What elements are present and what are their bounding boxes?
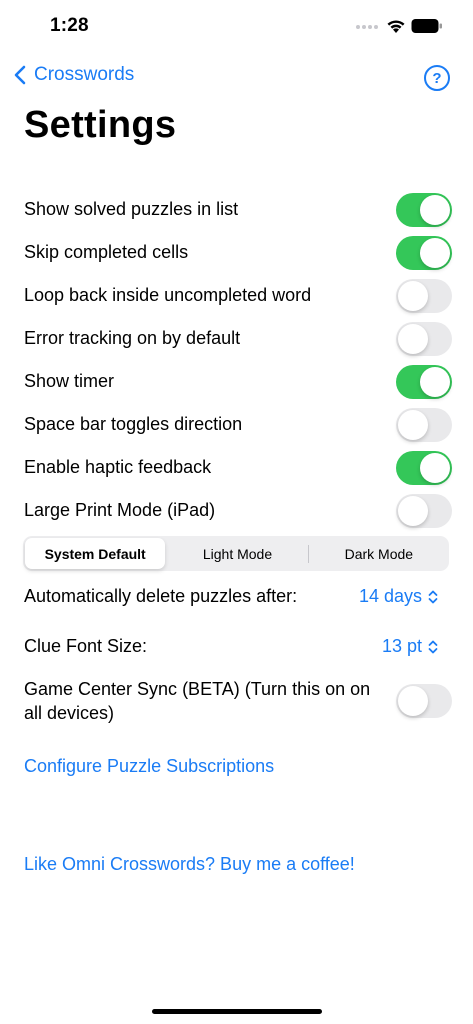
setting-row: Show solved puzzles in list (24, 188, 452, 231)
setting-toggle[interactable] (396, 493, 452, 528)
auto-delete-value: 14 days (358, 586, 422, 606)
toggle-knob (398, 495, 428, 526)
toggle-knob (398, 686, 428, 716)
setting-toggle[interactable] (396, 364, 452, 399)
configure-subscriptions-link[interactable]: Configure Puzzle Subscriptions (24, 756, 274, 777)
setting-row: Enable haptic feedback (24, 446, 452, 489)
clue-font-picker[interactable]: 13 pt (382, 636, 438, 657)
setting-toggle[interactable] (396, 407, 452, 442)
setting-label: Show timer (24, 371, 115, 391)
toggle-knob (420, 366, 450, 397)
setting-label: Show solved puzzles in list (24, 199, 239, 219)
back-label: Crosswords (34, 64, 135, 85)
setting-label: Error tracking on by default (24, 328, 241, 348)
chevron-up-down-icon (428, 640, 438, 653)
setting-label: Skip completed cells (24, 242, 189, 262)
setting-label: Large Print Mode (iPad) (24, 500, 216, 520)
setting-row: Error tracking on by default (24, 317, 452, 360)
game-center-label-line2: all devices) (24, 703, 115, 723)
auto-delete-row: Automatically delete puzzles after: 14 d… (24, 575, 452, 618)
chevron-left-icon (14, 65, 26, 85)
segment-system-default[interactable]: System Default (25, 538, 166, 569)
setting-toggle[interactable] (396, 450, 452, 485)
page-title: Settings (24, 104, 177, 146)
chevron-up-down-icon (428, 590, 438, 603)
setting-row: Space bar toggles direction (24, 403, 452, 446)
toggle-knob (420, 194, 450, 225)
setting-row: Show timer (24, 360, 452, 403)
setting-row: Skip completed cells (24, 231, 452, 274)
auto-delete-picker[interactable]: 14 days (359, 586, 438, 607)
home-indicator (152, 1009, 322, 1014)
toggle-knob (398, 323, 428, 354)
setting-label: Space bar toggles direction (24, 414, 243, 434)
clue-font-label: Clue Font Size: (24, 636, 148, 656)
clue-font-row: Clue Font Size: 13 pt (24, 625, 452, 668)
status-time: 1:28 (50, 15, 89, 36)
clue-font-value: 13 pt (381, 636, 422, 656)
segment-dark-mode[interactable]: Dark Mode (309, 538, 449, 569)
segment-light-mode[interactable]: Light Mode (167, 538, 307, 569)
setting-row: Large Print Mode (iPad) (24, 489, 452, 532)
back-button[interactable]: Crosswords (14, 64, 134, 86)
battery-icon (411, 19, 442, 33)
toggle-knob (420, 452, 450, 483)
auto-delete-label: Automatically delete puzzles after: (24, 586, 298, 606)
game-center-label: Game Center Sync (BETA) (Turn this on on… (24, 677, 370, 725)
setting-label: Loop back inside uncompleted word (24, 285, 312, 305)
cellular-signal-icon (356, 25, 378, 29)
help-button[interactable]: ? (424, 65, 450, 91)
game-center-toggle[interactable] (396, 684, 452, 718)
toggle-knob (398, 280, 428, 311)
setting-toggle[interactable] (396, 278, 452, 313)
setting-toggle[interactable] (396, 235, 452, 270)
wifi-icon (387, 20, 405, 33)
toggle-knob (398, 409, 428, 440)
toggle-knob (420, 237, 450, 268)
setting-label: Enable haptic feedback (24, 457, 212, 477)
game-center-label-line1: Game Center Sync (BETA) (Turn this on on (24, 679, 371, 699)
buy-coffee-link[interactable]: Like Omni Crosswords? Buy me a coffee! (24, 854, 355, 875)
setting-row: Loop back inside uncompleted word (24, 274, 452, 317)
setting-toggle[interactable] (396, 321, 452, 356)
game-center-row: Game Center Sync (BETA) (Turn this on on… (24, 677, 452, 725)
setting-toggle[interactable] (396, 192, 452, 227)
appearance-segmented-control[interactable]: System Default Light Mode Dark Mode (23, 536, 449, 571)
